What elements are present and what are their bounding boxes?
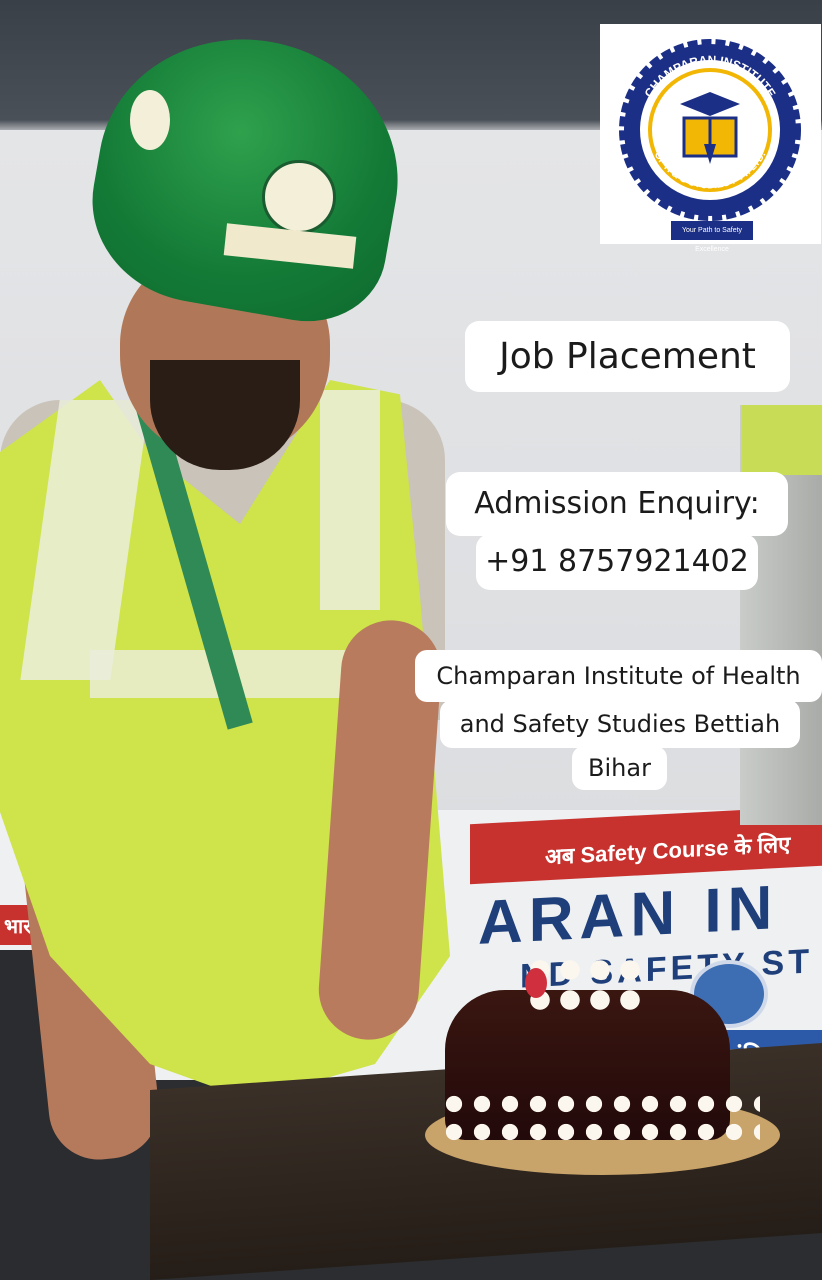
- background-person-vest: [742, 405, 822, 475]
- institute-name-line2: and Safety Studies Bettiah: [440, 700, 800, 748]
- institute-logo-emblem: CHAMPARAN INSTITUTE OF H & S STUDIES PVT…: [619, 39, 801, 221]
- cake-cherry: [525, 968, 547, 998]
- logo-tagline: Your Path to Safety Excellence: [671, 221, 753, 253]
- helmet-badge-icon: [130, 90, 170, 150]
- institute-name-line3: Bihar: [572, 746, 667, 790]
- admission-enquiry-caption: Admission Enquiry:: [446, 472, 788, 536]
- institute-name-line1: Champaran Institute of Health: [415, 650, 822, 702]
- admission-phone-caption: +91 8757921402: [476, 534, 758, 590]
- vest-reflective-stripe: [320, 390, 380, 610]
- job-placement-caption: Job Placement: [465, 321, 790, 392]
- helmet-badge-icon: [262, 160, 336, 234]
- cake-cream-border: [440, 1090, 760, 1150]
